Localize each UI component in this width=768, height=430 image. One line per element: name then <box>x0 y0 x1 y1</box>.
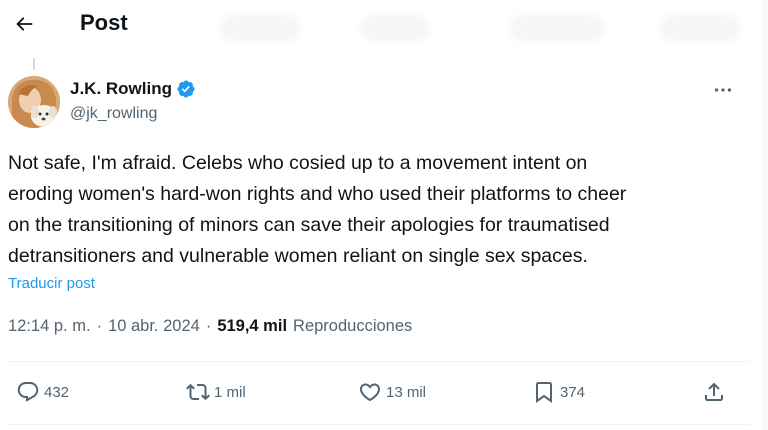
more-horizontal-icon <box>714 88 732 92</box>
divider <box>8 361 750 362</box>
share-icon <box>705 382 723 401</box>
post-date[interactable]: 10 abr. 2024 <box>108 317 200 336</box>
blurred-background-element <box>510 14 605 42</box>
post-text: Not safe, I'm afraid. Celebs who cosied … <box>8 152 627 267</box>
author-name-row[interactable]: J.K. Rowling <box>70 79 196 99</box>
translate-post-link[interactable]: Traducir post <box>8 275 95 292</box>
views-label: Reproducciones <box>293 317 413 335</box>
views-count: 519,4 mil <box>217 317 288 335</box>
blurred-background-element <box>660 14 740 42</box>
more-options-button[interactable] <box>708 78 738 102</box>
avatar[interactable] <box>8 76 60 128</box>
repost-icon <box>186 383 210 401</box>
post-metadata: 12:14 p. m. · 10 abr. 2024 · 519,4 mil R… <box>8 317 412 336</box>
blurred-background-element <box>220 14 300 42</box>
author-handle[interactable]: @jk_rowling <box>70 105 157 123</box>
post-header: Post <box>0 0 768 50</box>
back-button[interactable] <box>8 8 40 40</box>
repost-count: 1 mil <box>214 383 246 401</box>
repost-button[interactable]: 1 mil <box>186 376 246 408</box>
bookmark-icon <box>536 382 552 403</box>
post-time[interactable]: 12:14 p. m. <box>8 317 91 336</box>
reply-button[interactable]: 432 <box>16 376 69 408</box>
reply-icon <box>17 382 39 402</box>
author-name[interactable]: J.K. Rowling <box>70 79 172 99</box>
blurred-background-element <box>360 14 430 42</box>
verified-badge-icon <box>176 79 196 99</box>
thread-connector-line <box>33 58 35 70</box>
heart-icon <box>359 383 381 402</box>
bookmark-button[interactable]: 374 <box>532 376 585 408</box>
like-button[interactable]: 13 mil <box>358 376 426 408</box>
reply-count: 432 <box>44 383 70 401</box>
divider <box>8 424 750 425</box>
scrollbar-track[interactable] <box>762 0 768 430</box>
meta-separator: · <box>96 317 103 335</box>
bookmark-count: 374 <box>560 383 586 401</box>
like-count: 13 mil <box>386 383 427 401</box>
arrow-left-icon <box>16 17 33 31</box>
share-button[interactable] <box>702 376 726 408</box>
avatar-image <box>8 76 60 128</box>
page-title: Post <box>80 10 128 35</box>
meta-separator: · <box>205 317 212 335</box>
action-bar: 432 1 mil 13 mil 374 <box>0 368 768 416</box>
